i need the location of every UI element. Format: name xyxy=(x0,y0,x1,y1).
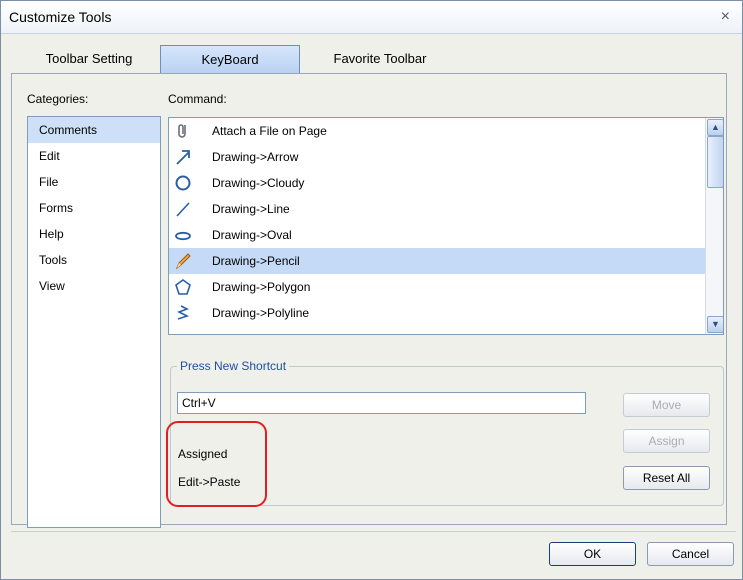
assign-button[interactable]: Assign xyxy=(623,429,710,453)
command-label-text: Drawing->Oval xyxy=(212,228,292,242)
category-item-comments[interactable]: Comments xyxy=(28,117,160,143)
move-button[interactable]: Move xyxy=(623,393,710,417)
tab-toolbar-setting[interactable]: Toolbar Setting xyxy=(29,45,149,72)
command-label-text: Drawing->Line xyxy=(212,202,290,216)
command-label: Command: xyxy=(168,92,227,106)
press-new-shortcut-title: Press New Shortcut xyxy=(177,359,290,373)
scroll-down-icon[interactable]: ▼ xyxy=(707,316,723,333)
tab-favorite-toolbar[interactable]: Favorite Toolbar xyxy=(305,45,455,72)
reset-all-button[interactable]: Reset All xyxy=(623,466,710,490)
oval-icon xyxy=(175,231,191,241)
command-item-selected[interactable]: Drawing->Pencil xyxy=(169,248,723,274)
line-icon xyxy=(176,202,190,217)
command-label-text: Drawing->Polyline xyxy=(212,306,310,320)
category-item-edit[interactable]: Edit xyxy=(28,143,160,169)
cancel-button[interactable]: Cancel xyxy=(647,542,734,566)
category-item-view[interactable]: View xyxy=(28,273,160,299)
highlight-box xyxy=(166,421,267,507)
command-item[interactable]: Drawing->Cloudy xyxy=(169,170,723,196)
divider xyxy=(11,531,736,532)
command-label-text: Drawing->Pencil xyxy=(212,254,300,268)
categories-label: Categories: xyxy=(27,92,89,106)
pencil-icon xyxy=(175,253,191,270)
command-label-text: Drawing->Cloudy xyxy=(212,176,305,190)
category-item-forms[interactable]: Forms xyxy=(28,195,160,221)
polygon-icon xyxy=(175,279,191,295)
command-item[interactable]: Drawing->Line xyxy=(169,196,723,222)
title-bar: Customize Tools × xyxy=(1,1,742,34)
command-item[interactable]: Drawing->Oval xyxy=(169,222,723,248)
close-icon[interactable]: × xyxy=(721,8,730,26)
category-item-tools[interactable]: Tools xyxy=(28,247,160,273)
command-label-text: Drawing->Polygon xyxy=(212,280,311,294)
ok-button[interactable]: OK xyxy=(549,542,636,566)
command-label-text: Drawing->Arrow xyxy=(212,150,299,164)
category-item-help[interactable]: Help xyxy=(28,221,160,247)
command-list[interactable]: Attach a File on Page Drawing->Arrow Dra… xyxy=(168,117,724,335)
command-label-text: Attach a File on Page xyxy=(212,124,327,138)
paperclip-icon xyxy=(178,124,186,138)
command-list-scrollbar[interactable]: ▲ ▼ xyxy=(705,118,723,334)
polyline-icon xyxy=(177,305,190,320)
command-item[interactable]: Drawing->Polyline xyxy=(169,300,723,326)
tab-keyboard[interactable]: KeyBoard xyxy=(160,45,300,73)
command-item[interactable]: Drawing->Polygon xyxy=(169,274,723,300)
categories-list[interactable]: Comments Edit File Forms Help Tools View xyxy=(27,116,161,528)
category-item-file[interactable]: File xyxy=(28,169,160,195)
customize-tools-dialog: Customize Tools × Toolbar Setting KeyBoa… xyxy=(0,0,743,580)
shortcut-input[interactable] xyxy=(177,392,586,414)
scroll-up-icon[interactable]: ▲ xyxy=(707,119,723,136)
arrow-icon xyxy=(176,150,190,165)
cloudy-icon xyxy=(175,175,191,191)
scroll-thumb[interactable] xyxy=(707,136,723,188)
command-item[interactable]: Drawing->Arrow xyxy=(169,144,723,170)
command-item[interactable]: Attach a File on Page xyxy=(169,118,723,144)
window-title: Customize Tools xyxy=(9,9,112,25)
